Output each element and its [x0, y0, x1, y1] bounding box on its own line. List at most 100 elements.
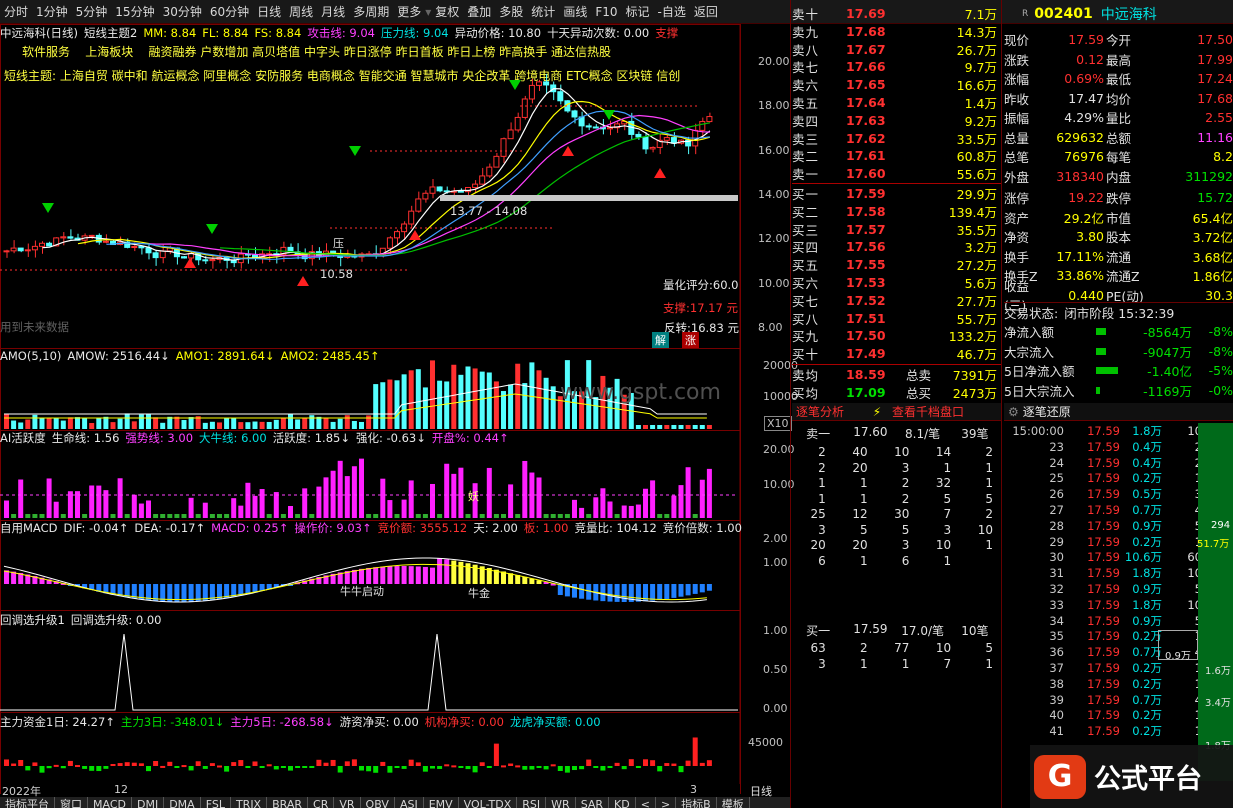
toolbar-item[interactable]: F10: [591, 1, 621, 23]
indicator-tab[interactable]: WR: [546, 797, 576, 808]
activity-bar: [430, 483, 435, 518]
indicator-tab[interactable]: TRIX: [231, 797, 268, 808]
tick-volume: 10.6万: [1124, 550, 1162, 565]
indicator-tab[interactable]: RSI: [517, 797, 547, 808]
fund-bar: [167, 761, 173, 766]
pullback-title[interactable]: 回调选升级1: [0, 612, 65, 628]
fund-bar: [430, 766, 435, 769]
indicator-tab[interactable]: ASI: [395, 797, 424, 808]
kline-chart[interactable]: [0, 24, 790, 794]
tab-depth[interactable]: 查看千档盘口: [892, 403, 1001, 420]
toolbar-item[interactable]: 叠加: [463, 1, 495, 23]
indicator-tab[interactable]: VR: [334, 797, 361, 808]
bid-price: 17.49: [846, 346, 886, 362]
tick-volume: 0.2万: [1132, 661, 1162, 675]
candle: [585, 125, 592, 128]
toolbar-item[interactable]: 画线: [559, 1, 591, 23]
fund-1d[interactable]: 主力资金1日: 24.27↑: [0, 714, 115, 730]
indicator-tab[interactable]: FSL: [201, 797, 231, 808]
toolbar-item[interactable]: 多周期: [349, 1, 393, 23]
volume-bar: [89, 422, 95, 429]
bid-row[interactable]: 买四 17.56 3.2万: [792, 237, 1001, 256]
ask-row[interactable]: 卖八 17.67 26.7万: [792, 40, 1001, 59]
bid-price: 17.53: [846, 275, 886, 290]
bid-row[interactable]: 买八 17.51 55.7万: [792, 309, 1001, 328]
ask-row[interactable]: 卖九 17.68 14.3万: [792, 22, 1001, 41]
bid-row[interactable]: 买十 17.49 46.7万: [792, 344, 1001, 363]
bid-row[interactable]: 买六 17.53 5.6万: [792, 273, 1001, 292]
toolbar-item[interactable]: 返回: [690, 1, 722, 23]
toolbar-item[interactable]: 15分钟: [111, 1, 158, 23]
bid-row[interactable]: 买五 17.55 27.2万: [792, 255, 1001, 274]
indicator-tab[interactable]: MACD: [88, 797, 132, 808]
indicator-tab[interactable]: EMV: [424, 797, 459, 808]
toolbar-item[interactable]: 多股: [495, 1, 527, 23]
flow-value: -9047万: [1143, 344, 1192, 360]
bid-price: 17.52: [846, 292, 886, 308]
quote-row: 涨幅 0.69% 最低 17.24: [1004, 69, 1233, 89]
tick-volume: 0.2万: [1132, 708, 1162, 723]
toolbar-item[interactable]: 分时: [0, 1, 32, 23]
ai-title[interactable]: AI活跃度: [0, 430, 46, 446]
fund-bar: [678, 766, 684, 773]
tab-tick-restore[interactable]: 逐笔还原: [1023, 403, 1071, 420]
logo-icon: G: [1034, 754, 1086, 799]
gear-icon[interactable]: ⚙: [1008, 405, 1019, 419]
tick-price: 17.59: [1087, 424, 1120, 438]
toolbar-item[interactable]: 60分钟: [206, 1, 253, 23]
indicator-tab[interactable]: CR: [308, 797, 335, 808]
bid-row[interactable]: 买三 17.57 35.5万: [792, 220, 1001, 239]
toolbar-item[interactable]: 日线: [253, 1, 285, 23]
indicator-tab[interactable]: KD: [609, 797, 636, 808]
indicator-tab[interactable]: DMI: [132, 797, 165, 808]
tab-tick-analysis[interactable]: 逐笔分析: [792, 403, 862, 420]
toolbar-item[interactable]: -自选: [654, 1, 690, 23]
toolbar-item[interactable]: 统计: [527, 1, 559, 23]
activity-bar: [373, 514, 379, 518]
indicator-tab[interactable]: BRAR: [267, 797, 309, 808]
macd-title[interactable]: 自用MACD: [0, 520, 57, 536]
amo-title[interactable]: AMO(5,10): [0, 349, 61, 363]
fund-bar: [451, 765, 457, 768]
toolbar-item[interactable]: 周线: [285, 1, 317, 23]
indicator-tab[interactable]: 指标B: [676, 797, 717, 808]
toolbar-item[interactable]: 复权: [431, 1, 463, 23]
bid-row[interactable]: 买一 17.59 29.9万: [792, 184, 1001, 203]
ask-row[interactable]: 卖二 17.61 60.8万: [792, 146, 1001, 165]
toolbar-item[interactable]: 5分钟: [72, 1, 112, 23]
ask-row[interactable]: 卖七 17.66 9.7万: [792, 57, 1001, 76]
toolbar-item[interactable]: 1分钟: [32, 1, 72, 23]
indicator-tab[interactable]: SAR: [576, 797, 610, 808]
indicator-tab[interactable]: 窗口: [55, 797, 88, 808]
macd-bar: [572, 584, 577, 598]
activity-bar: [501, 514, 506, 518]
indicator-tab[interactable]: DMA: [164, 797, 201, 808]
tick-time: 33: [1049, 597, 1064, 612]
toolbar-item[interactable]: 更多: [393, 1, 425, 23]
indicator-tab[interactable]: 指标平台: [0, 797, 55, 808]
indicator-tab[interactable]: >: [656, 797, 677, 808]
bid-row[interactable]: 买七 17.52 27.7万: [792, 291, 1001, 310]
quote-value: 3.68亿: [1192, 249, 1233, 265]
ask-row[interactable]: 卖一 17.60 55.6万: [792, 164, 1001, 183]
indicator-tab[interactable]: 模板: [717, 797, 750, 808]
tick-time: 41: [1049, 724, 1064, 739]
indicator-tab[interactable]: OBV: [361, 797, 395, 808]
ask-row[interactable]: 卖三 17.62 33.5万: [792, 129, 1001, 148]
tick-restore-header: ⚙ 逐笔还原: [1004, 403, 1233, 421]
ask-row[interactable]: 卖四 17.63 9.2万: [792, 111, 1001, 130]
toolbar-item[interactable]: 30分钟: [159, 1, 206, 23]
indicator-tab[interactable]: VOL-TDX: [459, 797, 518, 808]
bid-row[interactable]: 买九 17.50 133.2万: [792, 326, 1001, 345]
bid-row[interactable]: 买二 17.58 139.4万: [792, 202, 1001, 221]
activity-bar: [181, 514, 187, 518]
indicator-tab[interactable]: <: [636, 797, 656, 808]
ask-row[interactable]: 卖六 17.65 16.6万: [792, 75, 1001, 94]
ask-row[interactable]: 卖十 17.69 7.1万: [792, 4, 1001, 23]
toolbar-item[interactable]: 标记: [622, 1, 654, 23]
fund-bar: [437, 766, 443, 769]
macd-bar: [430, 567, 435, 584]
ask-row[interactable]: 卖五 17.64 1.4万: [792, 93, 1001, 112]
toolbar-item[interactable]: 月线: [317, 1, 349, 23]
ask-price: 17.67: [846, 41, 886, 57]
